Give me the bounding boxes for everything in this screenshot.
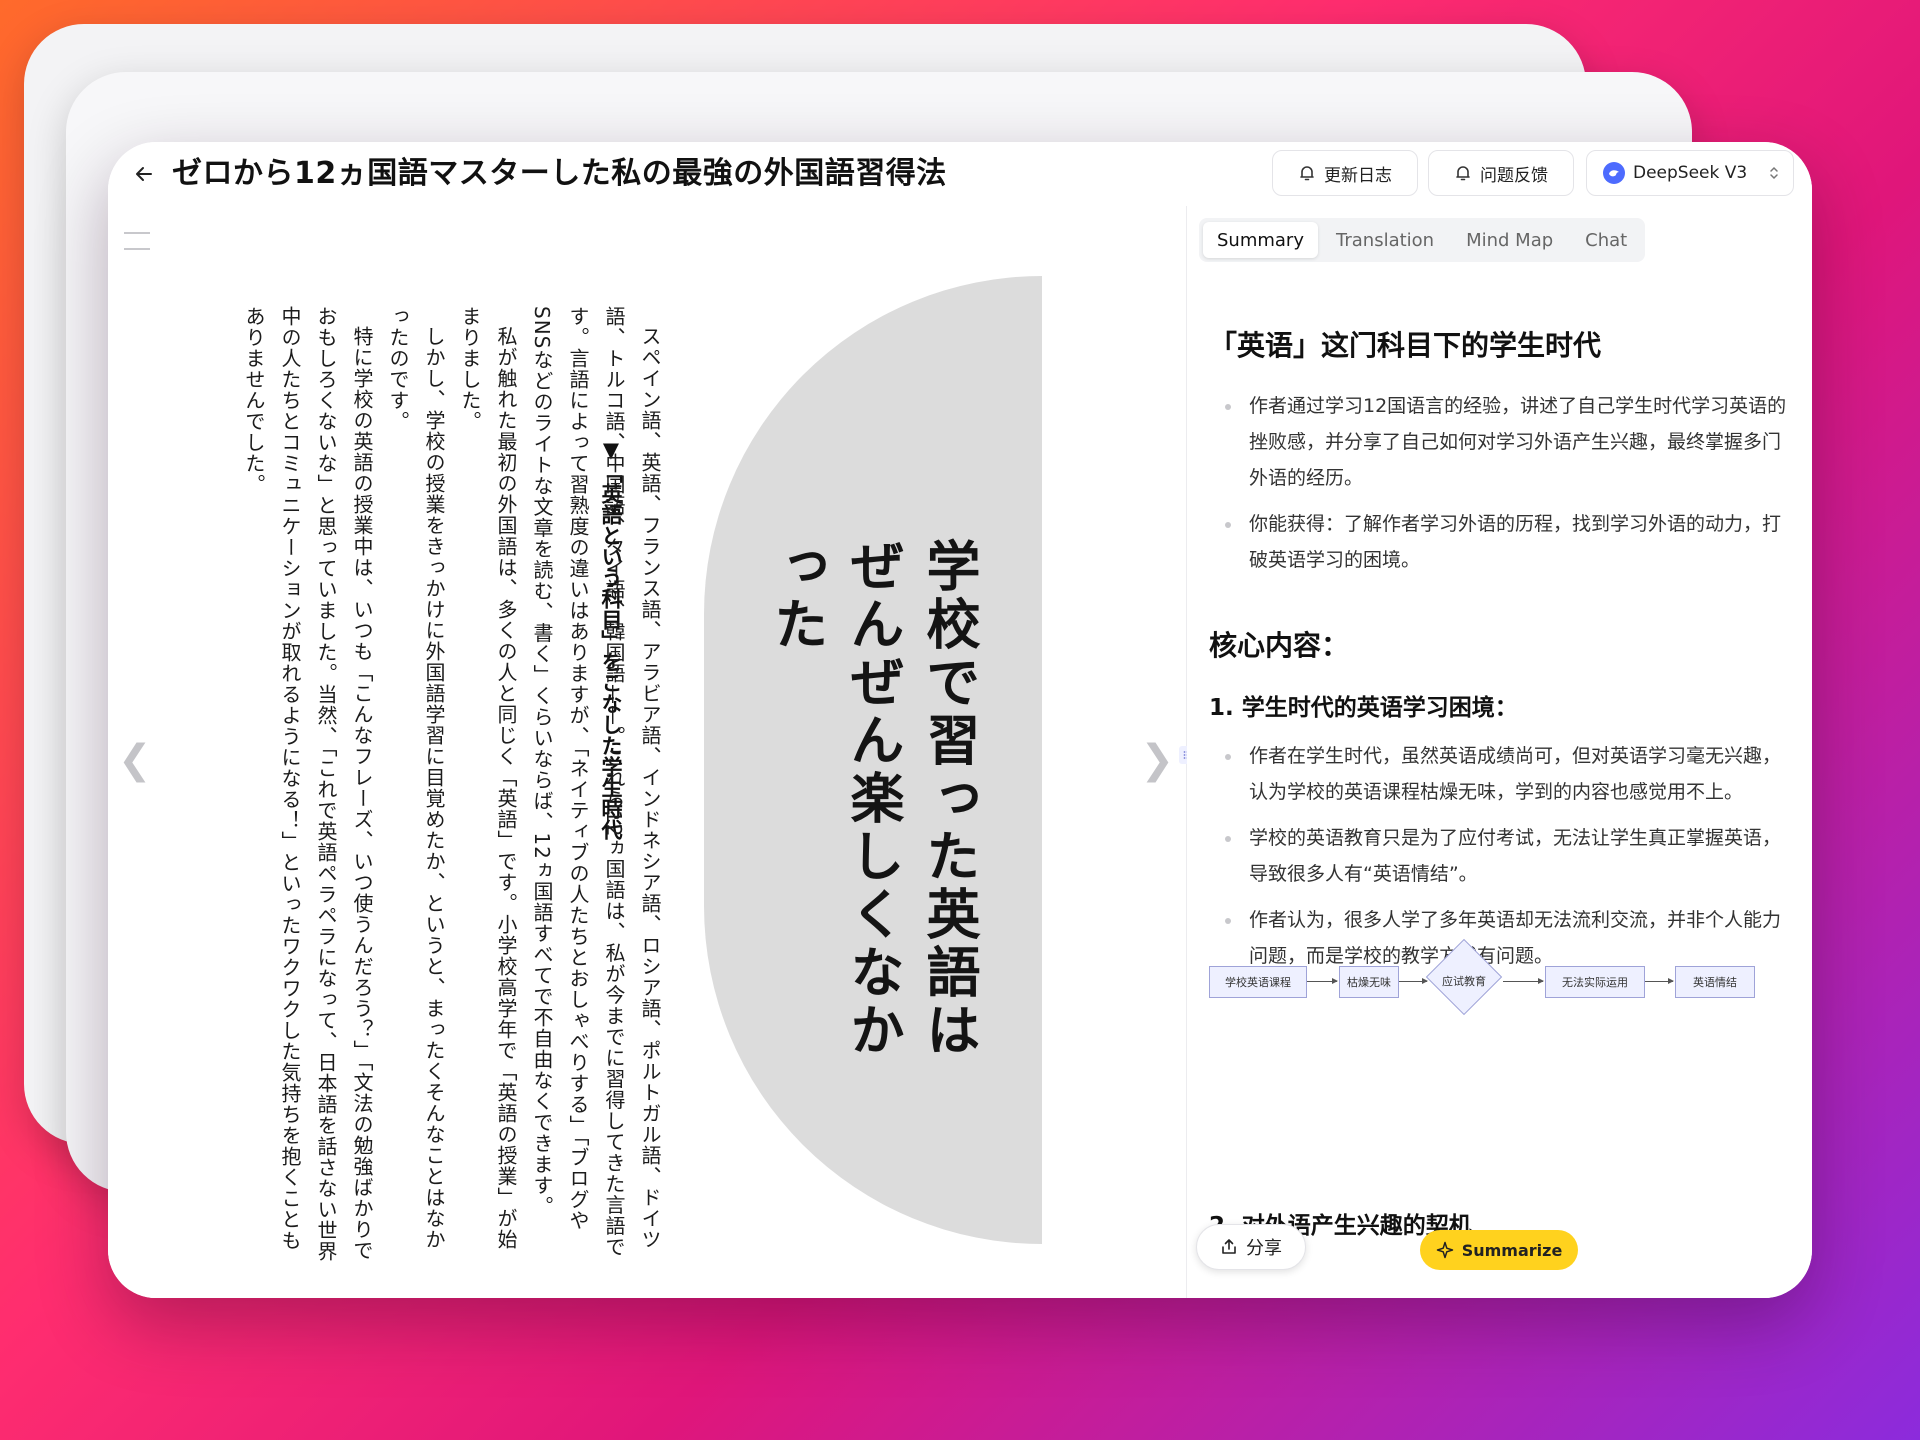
changelog-label: 更新日志 bbox=[1324, 161, 1392, 186]
menu-icon[interactable] bbox=[124, 232, 150, 264]
body-paragraph: 特に学校の英語の授業中は、いつも「こんなフレーズ、いつ使うんだろう？」「文法の勉… bbox=[236, 306, 380, 1266]
previous-page-arrow[interactable]: ❮ bbox=[118, 740, 152, 780]
next-page-arrow[interactable]: ❯ bbox=[1140, 740, 1174, 780]
flow-diagram: 学校英语课程 枯燥无味 应试教育 无法实际运用 英语情结 bbox=[1209, 942, 1769, 1032]
share-button[interactable]: 分享 bbox=[1196, 1224, 1306, 1270]
sidebar-tabs: Summary Translation Mind Map Chat bbox=[1199, 218, 1645, 262]
flow-arrow bbox=[1307, 981, 1337, 982]
list-item: 作者通过学习12国语言的经验，讲述了自己学生时代学习英语的挫败感，并分享了自己如… bbox=[1249, 388, 1790, 496]
flow-node: 应试教育 bbox=[1427, 973, 1501, 989]
changelog-button[interactable]: 更新日志 bbox=[1272, 150, 1418, 196]
tab-mind-map[interactable]: Mind Map bbox=[1452, 222, 1567, 258]
body-paragraph: スペイン語、英語、フランス語、アラビア語、インドネシア語、ロシア語、ポルトガル語… bbox=[524, 306, 668, 1266]
tab-translation[interactable]: Translation bbox=[1322, 222, 1448, 258]
model-label: DeepSeek V3 bbox=[1633, 163, 1747, 183]
flow-node: 英语情结 bbox=[1675, 966, 1755, 998]
flow-node: 学校英语课程 bbox=[1209, 966, 1307, 998]
chapter-feature-title: 学校で習った英語はぜんぜん楽しくなかった bbox=[758, 538, 986, 1098]
arrow-left-icon bbox=[135, 165, 153, 183]
feedback-label: 问题反馈 bbox=[1480, 161, 1548, 186]
page-title: ゼロから12ヵ国語マスターした私の最強の外国語習得法 bbox=[172, 150, 947, 198]
body-paragraph: しかし、学校の授業をきっかけに外国語学習に目覚めたか、というと、まったくそんなこ… bbox=[380, 306, 452, 1266]
tab-chat[interactable]: Chat bbox=[1571, 222, 1641, 258]
summary-content: 「英语」这门科目下的学生时代 作者通过学习12国语言的经验，讲述了自己学生时代学… bbox=[1209, 324, 1790, 984]
section-heading: 1. 学生时代的英语学习困境： bbox=[1209, 688, 1790, 722]
section-list: 作者在学生时代，虽然英语成绩尚可，但对英语学习毫无兴趣，认为学校的英语课程枯燥无… bbox=[1209, 738, 1790, 974]
list-item: 你能获得：了解作者学习外语的历程，找到学习外语的动力，打破英语学习的困境。 bbox=[1249, 506, 1790, 578]
bell-icon bbox=[1298, 164, 1316, 182]
flow-arrow bbox=[1399, 981, 1427, 982]
share-icon bbox=[1220, 1238, 1238, 1256]
bell-icon bbox=[1454, 164, 1472, 182]
flow-arrow bbox=[1645, 981, 1673, 982]
deepseek-whale-icon bbox=[1603, 162, 1625, 184]
summary-heading: 「英语」这门科目下的学生时代 bbox=[1209, 324, 1790, 364]
core-content-heading: 核心内容： bbox=[1209, 624, 1790, 664]
intro-list: 作者通过学习12国语言的经验，讲述了自己学生时代学习英语的挫败感，并分享了自己如… bbox=[1209, 388, 1790, 578]
back-button[interactable] bbox=[126, 156, 162, 192]
chevron-updown-icon bbox=[1769, 166, 1779, 180]
flow-node: 枯燥无味 bbox=[1339, 966, 1399, 998]
tab-summary[interactable]: Summary bbox=[1203, 222, 1318, 258]
header-bar: ゼロから12ヵ国語マスターした私の最強の外国語習得法 更新日志 问题反馈 Dee… bbox=[108, 142, 1812, 207]
vertical-body-text: スペイン語、英語、フランス語、アラビア語、インドネシア語、ロシア語、ポルトガル語… bbox=[148, 306, 668, 1266]
share-label: 分享 bbox=[1246, 1234, 1282, 1260]
model-selector[interactable]: DeepSeek V3 bbox=[1586, 150, 1794, 196]
feedback-button[interactable]: 问题反馈 bbox=[1428, 150, 1574, 196]
ai-sidebar: Summary Translation Mind Map Chat 「英语」这门… bbox=[1187, 206, 1812, 1298]
summarize-label: Summarize bbox=[1462, 1241, 1563, 1260]
book-reader: ❮ ❯ 学校で習った英語はぜんぜん楽しくなかった ▼「英語という科目」をこなした… bbox=[108, 206, 1186, 1298]
list-item: 学校的英语教育只是为了应付考试，无法让学生真正掌握英语，导致很多人有“英语情结”… bbox=[1249, 820, 1790, 892]
flow-arrow bbox=[1503, 981, 1543, 982]
body-paragraph: 私が触れた最初の外国語は、多くの人と同じく「英語」です。小学校高学年で「英語の授… bbox=[452, 306, 524, 1266]
list-item: 作者在学生时代，虽然英语成绩尚可，但对英语学习毫无兴趣，认为学校的英语课程枯燥无… bbox=[1249, 738, 1790, 810]
sparkle-icon bbox=[1436, 1241, 1454, 1259]
flow-node: 无法实际运用 bbox=[1545, 966, 1645, 998]
app-window: ゼロから12ヵ国語マスターした私の最強の外国語習得法 更新日志 问题反馈 Dee… bbox=[108, 142, 1812, 1298]
summarize-button[interactable]: Summarize bbox=[1420, 1230, 1578, 1270]
